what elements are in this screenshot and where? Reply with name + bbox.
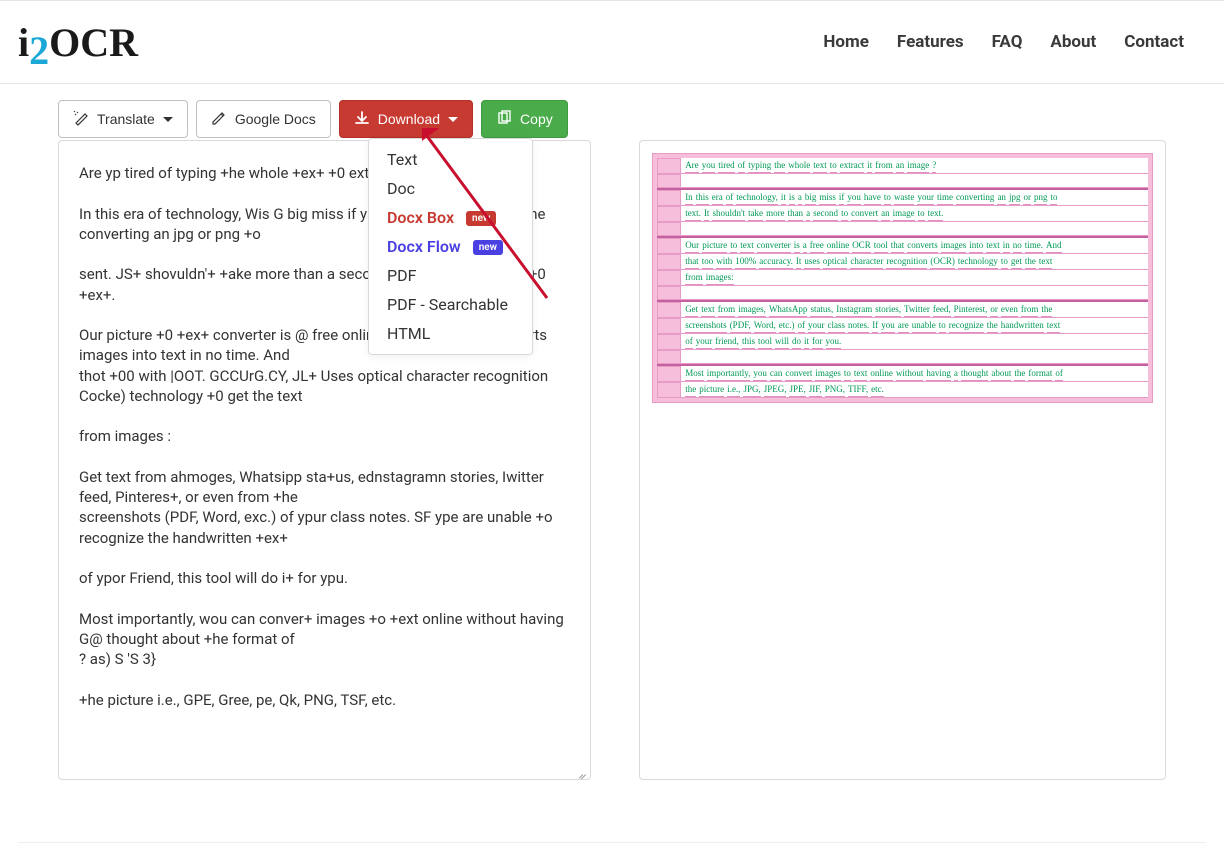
nav-features[interactable]: Features [897, 32, 964, 52]
new-badge: new [466, 211, 496, 226]
nav-faq[interactable]: FAQ [992, 32, 1023, 52]
chevron-down-icon [163, 117, 173, 122]
download-icon [354, 110, 370, 129]
translate-button[interactable]: Translate [58, 100, 188, 138]
menu-item-pdf[interactable]: PDF [369, 261, 532, 290]
menu-item-text[interactable]: Text [369, 145, 532, 174]
nav-home[interactable]: Home [823, 32, 869, 52]
menu-item-doc[interactable]: Doc [369, 174, 532, 203]
pencil-icon [211, 110, 227, 129]
image-preview-pane: Areyoutiredoftypingthewholetexttoextract… [639, 140, 1166, 780]
menu-item-docx-flow[interactable]: Docx Flow new [369, 232, 532, 261]
main: Translate Google Docs Download Copy Are … [0, 84, 1224, 780]
menu-item-label: Docx Box [387, 208, 454, 227]
wand-icon [73, 110, 89, 129]
toolbar: Translate Google Docs Download Copy [58, 100, 1166, 138]
content-row: Are yp tired of typing +he whole +ex+ +0… [58, 140, 1166, 780]
menu-item-docx-box[interactable]: Docx Box new [369, 203, 532, 232]
image-preview: Areyoutiredoftypingthewholetexttoextract… [652, 153, 1153, 403]
footer-divider [18, 842, 1206, 843]
copy-button[interactable]: Copy [481, 100, 568, 138]
logo[interactable]: i2OCR [18, 19, 138, 66]
resize-handle[interactable] [576, 765, 586, 775]
download-label: Download [378, 111, 440, 127]
nav-about[interactable]: About [1050, 32, 1096, 52]
nav-contact[interactable]: Contact [1124, 32, 1184, 52]
copy-icon [496, 110, 512, 129]
download-button[interactable]: Download [339, 100, 473, 138]
menu-item-pdf-searchable[interactable]: PDF - Searchable [369, 290, 532, 319]
header: i2OCR Home Features FAQ About Contact [0, 0, 1224, 84]
chevron-down-icon [448, 117, 458, 122]
copy-label: Copy [520, 111, 553, 127]
menu-item-label: Docx Flow [387, 237, 461, 256]
translate-label: Translate [97, 111, 155, 127]
image-preview-scroll[interactable]: Areyoutiredoftypingthewholetexttoextract… [652, 153, 1153, 767]
google-docs-label: Google Docs [235, 111, 316, 127]
nav: Home Features FAQ About Contact [823, 32, 1184, 52]
new-badge: new [473, 240, 503, 255]
menu-item-html[interactable]: HTML [369, 319, 532, 348]
google-docs-button[interactable]: Google Docs [196, 100, 331, 138]
download-menu: Text Doc Docx Box new Docx Flow new PDF … [368, 138, 533, 355]
